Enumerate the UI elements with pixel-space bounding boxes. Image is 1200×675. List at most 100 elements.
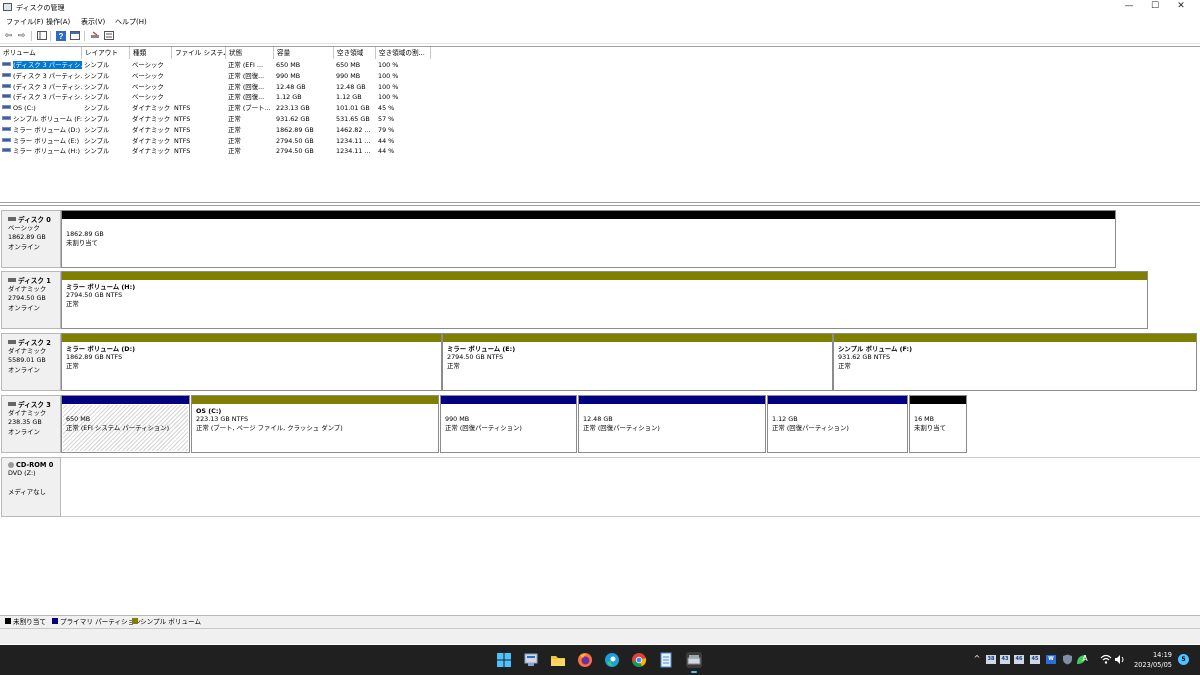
volume-cell-percent-free: 57 %: [378, 115, 395, 123]
header-capacity[interactable]: 容量: [274, 47, 334, 59]
forward-icon[interactable]: ⇨: [16, 31, 27, 41]
disk-type: ダイナミック: [8, 409, 47, 417]
volume-cell-percent-free: 45 %: [378, 104, 395, 113]
cdrom-empty-area: [61, 457, 1200, 517]
disk-info-3[interactable]: ディスク 3 ダイナミック 238.35 GB オンライン: [1, 395, 61, 453]
disk-info-0[interactable]: ディスク 0 ベーシック 1862.89 GB オンライン: [1, 210, 61, 268]
disk-icon: [8, 278, 16, 282]
rescan-icon[interactable]: [103, 31, 114, 41]
volume-cell-status: 正常 (回復...: [228, 82, 265, 91]
volume-cell-type: ベーシック: [132, 71, 164, 80]
disk-name: CD-ROM 0: [16, 461, 54, 469]
volume-list[interactable]: ボリューム レイアウト 種類 ファイル システム 状態 容量 空き領域 空き領域…: [0, 46, 1200, 203]
volume-row[interactable]: (ディスク 3 パーティシ... シンプル ベーシック 正常 (回復... 12.48 …: [0, 82, 430, 93]
header-layout[interactable]: レイアウト: [82, 47, 130, 59]
partition-info-line: 990 MB: [445, 415, 470, 424]
partition-block[interactable]: 990 MB 正常 (回復パーティション): [440, 395, 577, 453]
close-button[interactable]: ✕: [1168, 0, 1194, 14]
disk-info-4[interactable]: CD-ROM 0 DVD (Z:) メディアなし: [1, 457, 61, 517]
volume-cell-status: 正常 (EFI ...: [228, 61, 264, 69]
disk-name: ディスク 3: [18, 401, 51, 409]
tray-app-icon[interactable]: 46: [1014, 655, 1024, 664]
partition-block[interactable]: シンプル ボリューム (F:) 931.62 GB NTFS 正常: [833, 333, 1197, 391]
partition-type-bar: [579, 396, 765, 404]
maximize-button[interactable]: ☐: [1142, 0, 1168, 14]
disk-name: ディスク 1: [18, 277, 51, 285]
partition-info-line: 223.13 GB NTFS: [196, 415, 249, 424]
tray-app-icon[interactable]: 45: [1030, 655, 1040, 664]
volume-cell-percent-free: 44 %: [378, 147, 395, 156]
help-icon[interactable]: ?: [55, 31, 66, 41]
menu-file[interactable]: ファイル(F): [6, 17, 44, 27]
taskbar-clock[interactable]: 14:19 2023/05/05: [1126, 650, 1172, 670]
speaker-icon[interactable]: [1114, 654, 1125, 665]
firefox-icon[interactable]: [577, 652, 593, 668]
partition-name: OS (C:): [196, 407, 222, 415]
volume-row[interactable]: (ディスク 3 パーティシ... シンプル ベーシック 正常 (回復... 990 MB…: [0, 71, 430, 82]
shield-icon[interactable]: [1062, 654, 1073, 665]
partition-block[interactable]: OS (C:) 223.13 GB NTFS 正常 (ブート, ページ ファイル, …: [191, 395, 439, 453]
partition-info-line: 未割り当て: [66, 238, 98, 247]
connect-disk-icon[interactable]: [89, 31, 100, 41]
partition-details: 1862.89 GB 未割り当て: [63, 220, 1114, 266]
partition-type-bar: [910, 396, 966, 404]
partition-info-line: 正常 (ブート, ページ ファイル, クラッシュ ダンプ): [196, 423, 343, 432]
disk-info-1[interactable]: ディスク 1 ダイナミック 2794.50 GB オンライン: [1, 271, 61, 329]
server-manager-icon[interactable]: [523, 652, 539, 668]
disk-management-taskbar-icon[interactable]: [686, 652, 702, 673]
volume-row[interactable]: シンプル ボリューム (F:) シンプル ダイナミック NTFS 正常 931.62 GB…: [0, 114, 430, 125]
volume-row[interactable]: ミラー ボリューム (E:) シンプル ダイナミック NTFS 正常 2794.50 GB…: [0, 136, 430, 147]
volume-row[interactable]: (ディスク 3 パーティシ... シンプル ベーシック 正常 (EFI ... 650 …: [0, 60, 430, 71]
notepad-icon[interactable]: [658, 652, 674, 668]
header-type[interactable]: 種類: [130, 47, 172, 59]
back-icon[interactable]: ⇦: [3, 31, 14, 41]
volume-cell-layout: シンプル: [84, 82, 110, 91]
console-tree-icon[interactable]: [36, 31, 47, 41]
volume-cell-status: 正常 (回復...: [228, 93, 265, 102]
ime-indicator[interactable]: A: [1080, 654, 1090, 664]
tray-overflow-chevron[interactable]: ^: [972, 654, 982, 664]
volume-cell-layout: シンプル: [84, 147, 110, 156]
header-volume[interactable]: ボリューム: [0, 47, 82, 59]
menu-action[interactable]: 操作(A): [46, 17, 70, 27]
header-file-system[interactable]: ファイル システム: [172, 47, 226, 59]
header-percent-free[interactable]: 空き領域の割...: [376, 47, 431, 59]
disk-size: 238.35 GB: [8, 418, 42, 427]
notification-badge[interactable]: 5: [1178, 654, 1189, 665]
disk-info-2[interactable]: ディスク 2 ダイナミック 5589.01 GB オンライン: [1, 333, 61, 391]
menu-view[interactable]: 表示(V): [81, 17, 105, 27]
taskbar: ^ 38 43 46 45 W A 14:19 2023/05/05 5: [0, 645, 1200, 675]
wifi-icon[interactable]: [1100, 654, 1112, 665]
chrome-icon[interactable]: [631, 652, 647, 668]
partition-info-line: 2794.50 GB NTFS: [66, 291, 123, 300]
header-status[interactable]: 状態: [226, 47, 274, 59]
menu-help[interactable]: ヘルプ(H): [115, 17, 147, 27]
partition-block[interactable]: ミラー ボリューム (D:) 1862.89 GB NTFS 正常: [61, 333, 442, 391]
volume-row[interactable]: ミラー ボリューム (H:) シンプル ダイナミック NTFS 正常 2794.50 GB…: [0, 146, 430, 157]
tray-app-icon[interactable]: 43: [1000, 655, 1010, 664]
tray-app-icon[interactable]: 38: [986, 655, 996, 664]
volume-cell-status: 正常 (ブート...: [228, 104, 271, 113]
disk-type: ベーシック: [8, 224, 40, 232]
partition-block[interactable]: 650 MB 正常 (EFI システム パーティション): [61, 395, 190, 453]
properties-icon[interactable]: [69, 31, 80, 41]
tray-app-icon[interactable]: W: [1046, 655, 1056, 664]
volume-row[interactable]: (ディスク 3 パーティシ... シンプル ベーシック 正常 (回復... 1.12 G…: [0, 92, 430, 103]
partition-block[interactable]: 16 MB 未割り当て: [909, 395, 967, 453]
volume-row[interactable]: ミラー ボリューム (D:) シンプル ダイナミック NTFS 正常 1862.89 GB…: [0, 125, 430, 136]
partition-block[interactable]: ミラー ボリューム (H:) 2794.50 GB NTFS 正常: [61, 271, 1148, 329]
window-title: ディスクの管理: [16, 4, 65, 12]
edge-icon[interactable]: [604, 652, 620, 668]
volume-cell-capacity: 1.12 GB: [276, 93, 302, 102]
header-free-space[interactable]: 空き領域: [334, 47, 376, 59]
volume-cell-capacity: 12.48 GB: [276, 82, 306, 91]
partition-block[interactable]: 12.48 GB 正常 (回復パーティション): [578, 395, 766, 453]
volume-cell-file-system: NTFS: [174, 147, 191, 156]
partition-block[interactable]: ミラー ボリューム (E:) 2794.50 GB NTFS 正常: [442, 333, 833, 391]
start-icon[interactable]: [496, 652, 512, 668]
volume-row[interactable]: OS (C:) シンプル ダイナミック NTFS 正常 (ブート... 223.13 GB…: [0, 103, 430, 114]
partition-block[interactable]: 1.12 GB 正常 (回復パーティション): [767, 395, 908, 453]
minimize-button[interactable]: —: [1116, 0, 1142, 14]
partition-block[interactable]: 1862.89 GB 未割り当て: [61, 210, 1116, 268]
file-explorer-icon[interactable]: [550, 652, 566, 668]
